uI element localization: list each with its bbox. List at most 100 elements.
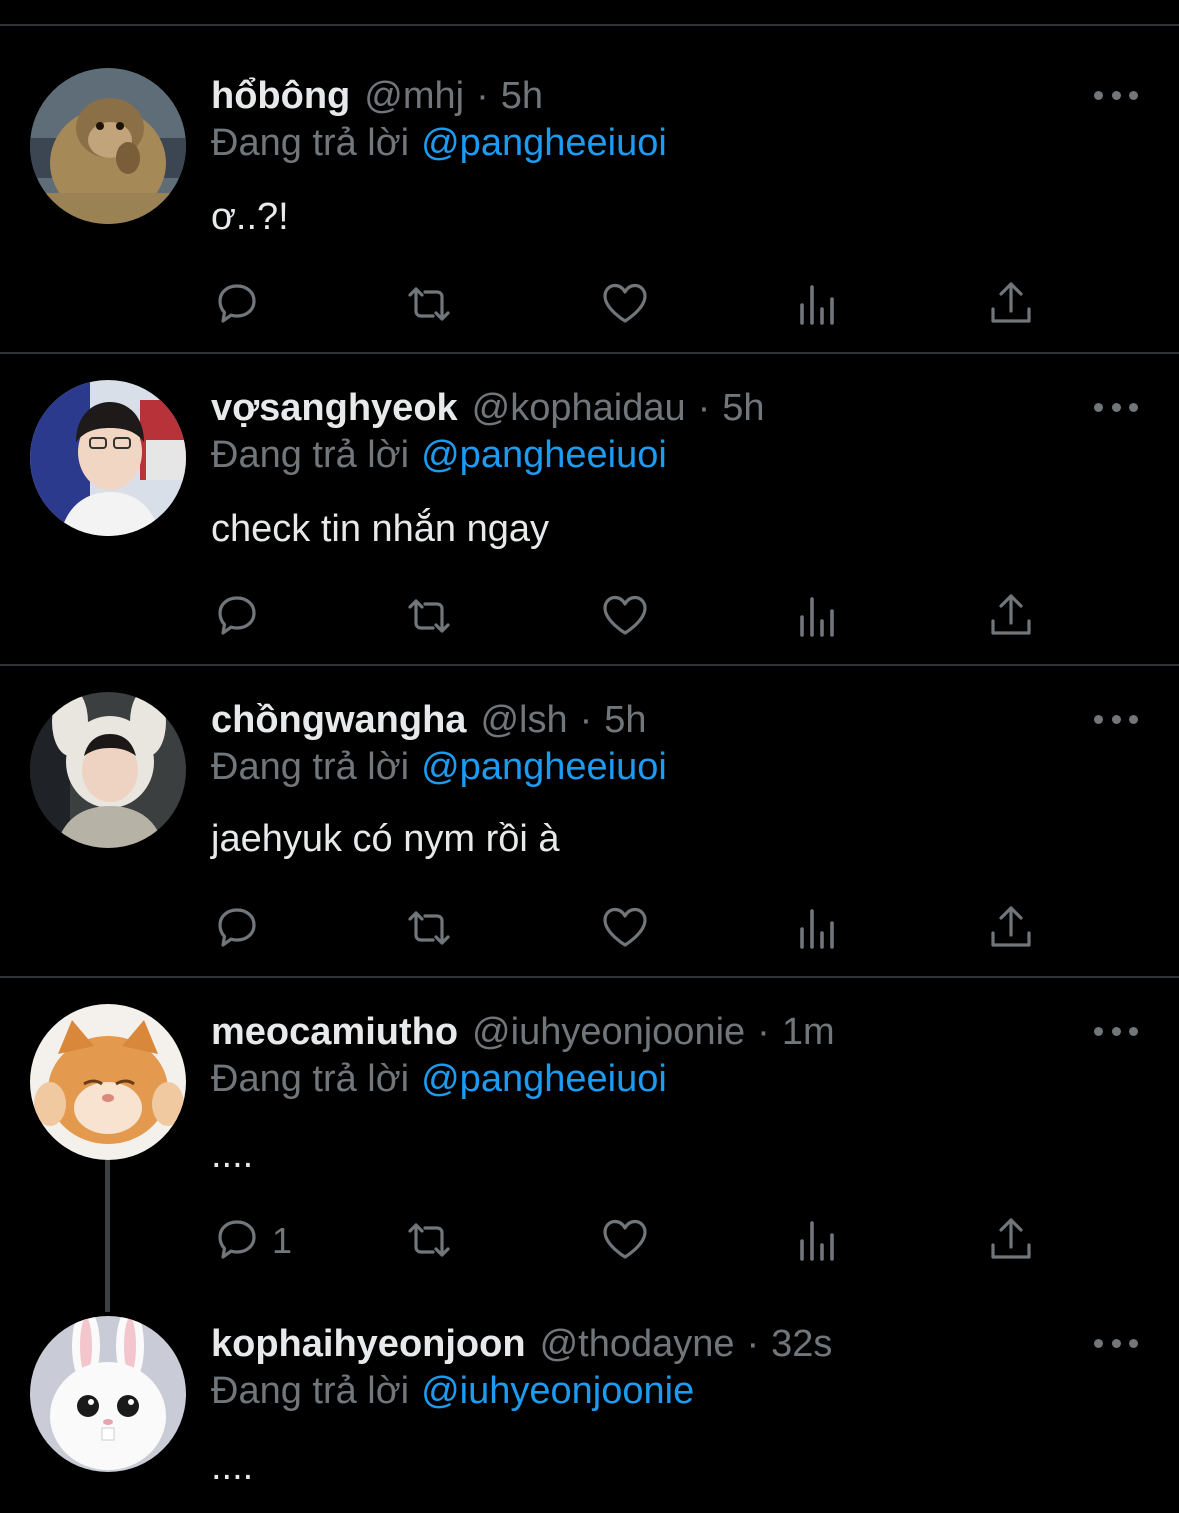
retweet-button[interactable]: [404, 591, 454, 641]
retweet-icon: [408, 599, 450, 633]
tweet-text: check tin nhắn ngay: [211, 508, 550, 550]
timestamp[interactable]: 32s: [771, 1323, 832, 1366]
reply-button[interactable]: [212, 903, 262, 953]
person-bunny-hat-avatar[interactable]: [30, 692, 186, 848]
tweet-divider: [0, 352, 1179, 354]
reply-icon: [218, 284, 256, 323]
tweet[interactable]: chồngwangha @lsh · 5h Đang trả lời @pangh…: [0, 692, 1179, 962]
retweet-icon: [408, 911, 450, 945]
replying-to: Đang trả lời @pangheeiuoi: [211, 746, 667, 789]
more-icon[interactable]: [1094, 709, 1138, 729]
tweet-header: kophaihyeonjoon @thodayne · 32s: [211, 1316, 832, 1372]
more-icon[interactable]: [1094, 1021, 1138, 1041]
replying-to: Đang trả lời @pangheeiuoi: [211, 1058, 667, 1101]
views-icon: [800, 597, 834, 637]
views-button[interactable]: [794, 591, 844, 641]
timestamp[interactable]: 1m: [782, 1011, 835, 1054]
display-name[interactable]: meocamiutho: [211, 1011, 458, 1054]
reply-icon: [218, 908, 256, 947]
display-name[interactable]: vợsanghyeok: [211, 387, 458, 430]
user-handle[interactable]: @kophaidau: [472, 387, 686, 430]
monkey-avatar[interactable]: [30, 68, 186, 224]
user-handle[interactable]: @thodayne: [540, 1323, 735, 1366]
retweet-button[interactable]: [404, 903, 454, 953]
views-icon: [800, 909, 834, 949]
user-handle[interactable]: @iuhyeonjoonie: [472, 1011, 745, 1054]
share-icon: [991, 282, 1031, 323]
replying-to: Đang trả lời @pangheeiuoi: [211, 434, 667, 477]
tweet-text: ....: [211, 1446, 254, 1488]
heart-icon: [603, 1219, 647, 1259]
tweet-text: ơ..?!: [211, 196, 289, 238]
reply-button[interactable]: [212, 1215, 262, 1265]
views-button[interactable]: [794, 903, 844, 953]
reply-icon: [218, 596, 256, 635]
like-button[interactable]: [600, 591, 650, 641]
views-icon: [800, 285, 834, 325]
tweet[interactable]: meocamiutho @iuhyeonjoonie · 1m Đang trả…: [0, 1004, 1179, 1294]
share-button[interactable]: [986, 1215, 1036, 1265]
tweet-header: vợsanghyeok @kophaidau · 5h: [211, 380, 765, 436]
separator-dot: ·: [697, 386, 711, 429]
views-icon: [800, 1221, 834, 1261]
user-handle[interactable]: @lsh: [480, 699, 567, 742]
reply-button[interactable]: [212, 279, 262, 329]
retweet-icon: [408, 287, 450, 321]
timestamp[interactable]: 5h: [604, 699, 646, 742]
tweet-header: hổbông @mhj · 5h: [211, 68, 543, 124]
replying-to: Đang trả lời @pangheeiuoi: [211, 122, 667, 165]
share-button[interactable]: [986, 279, 1036, 329]
timestamp[interactable]: 5h: [722, 387, 764, 430]
share-button[interactable]: [986, 903, 1036, 953]
views-button[interactable]: [794, 1215, 844, 1265]
replying-to-label: Đang trả lời: [211, 1370, 410, 1412]
heart-icon: [603, 283, 647, 323]
views-button[interactable]: [794, 279, 844, 329]
separator-dot: ·: [579, 698, 593, 741]
mention-link[interactable]: @iuhyeonjoonie: [421, 1370, 694, 1412]
retweet-button[interactable]: [404, 1215, 454, 1265]
replying-to-label: Đang trả lời: [211, 122, 410, 164]
more-icon[interactable]: [1094, 85, 1138, 105]
person-avatar[interactable]: [30, 380, 186, 536]
display-name[interactable]: kophaihyeonjoon: [211, 1323, 526, 1366]
user-handle[interactable]: @mhj: [364, 75, 464, 118]
retweet-icon: [408, 1223, 450, 1257]
replying-to-label: Đang trả lời: [211, 746, 410, 788]
like-button[interactable]: [600, 1215, 650, 1265]
separator-dot: ·: [757, 1010, 770, 1053]
share-icon: [991, 594, 1031, 635]
tweet-divider: [0, 664, 1179, 666]
orange-cat-avatar[interactable]: [30, 1004, 186, 1160]
tweet[interactable]: hổbông @mhj · 5h Đang trả lời @pangheeiuo…: [0, 68, 1179, 338]
tweet[interactable]: vợsanghyeok @kophaidau · 5h Đang trả lời…: [0, 380, 1179, 650]
separator-dot: ·: [476, 74, 489, 117]
more-icon[interactable]: [1094, 1333, 1138, 1353]
separator-dot: ·: [746, 1322, 760, 1365]
mention-link[interactable]: @pangheeiuoi: [421, 746, 667, 788]
retweet-button[interactable]: [404, 279, 454, 329]
white-rabbit-avatar[interactable]: [30, 1316, 186, 1472]
timestamp[interactable]: 5h: [501, 75, 543, 118]
tweet-divider: [0, 976, 1179, 978]
share-button[interactable]: [986, 591, 1036, 641]
mention-link[interactable]: @pangheeiuoi: [421, 122, 667, 164]
share-icon: [991, 1218, 1031, 1259]
display-name[interactable]: hổbông: [211, 75, 350, 118]
mention-link[interactable]: @pangheeiuoi: [421, 434, 667, 476]
tweet-header: meocamiutho @iuhyeonjoonie · 1m: [211, 1004, 835, 1060]
replying-to: Đang trả lời @iuhyeonjoonie: [211, 1370, 694, 1413]
display-name[interactable]: chồngwangha: [211, 699, 466, 742]
share-icon: [991, 906, 1031, 947]
tweet-header: chồngwangha @lsh · 5h: [211, 692, 647, 748]
reply-count: 1: [272, 1220, 293, 1261]
more-icon[interactable]: [1094, 397, 1138, 417]
reply-icon: [218, 1220, 256, 1259]
reply-button[interactable]: [212, 591, 262, 641]
replying-to-label: Đang trả lời: [211, 1058, 410, 1100]
heart-icon: [603, 595, 647, 635]
like-button[interactable]: [600, 279, 650, 329]
tweet[interactable]: kophaihyeonjoon @thodayne · 32s Đang trả…: [0, 1316, 1179, 1513]
mention-link[interactable]: @pangheeiuoi: [421, 1058, 667, 1100]
like-button[interactable]: [600, 903, 650, 953]
